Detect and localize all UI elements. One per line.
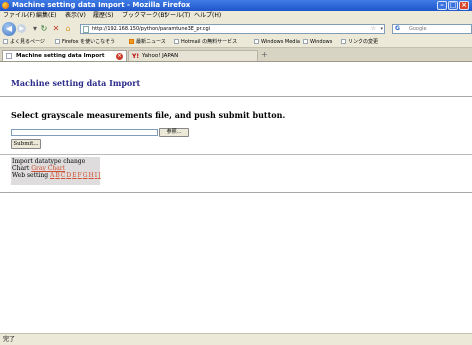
instruction-text: Select grayscale measurements file, and … (11, 110, 286, 120)
bookmark-page-icon (174, 39, 179, 44)
gray-chart-link[interactable]: Gray Chart (31, 165, 65, 172)
reload-icon[interactable]: ↻ (39, 24, 49, 34)
web-setting-link-c[interactable]: C (61, 172, 66, 179)
search-input[interactable] (409, 25, 464, 33)
menu-tools[interactable]: ツール(T) (164, 11, 190, 20)
web-setting-link-d[interactable]: D (66, 172, 71, 179)
import-datatype-label: Import datatype change (12, 158, 86, 165)
web-setting-link-j[interactable]: J (98, 172, 100, 179)
page-content: Machine setting data Import Select grays… (0, 61, 472, 334)
bookmark-page-icon (254, 39, 259, 44)
forward-button[interactable]: ▶ (17, 24, 26, 33)
tab-machine-setting[interactable]: Machine setting data Import × (2, 50, 127, 61)
bookmark-page-icon (55, 39, 60, 44)
divider (0, 154, 472, 155)
menubar: ファイル(F) 編集(E) 表示(V) 履歴(S) ブックマーク(B) ツール(… (0, 11, 472, 20)
status-bar: 完了 (0, 333, 472, 345)
menu-view[interactable]: 表示(V) (65, 11, 86, 20)
menu-bookmarks[interactable]: ブックマーク(B) (122, 11, 167, 20)
close-window-button[interactable]: × (459, 1, 469, 10)
new-tab-icon[interactable]: + (261, 51, 268, 59)
web-setting-link-e[interactable]: E (72, 172, 76, 179)
web-setting-link-f[interactable]: F (78, 172, 82, 179)
bookmarks-toolbar: よく見るページ Firefox を使いこなそう 最新ニュース Hotmail の… (0, 37, 472, 48)
divider (0, 192, 472, 193)
search-box[interactable]: G (392, 24, 472, 34)
tab-strip: Machine setting data Import × Y! Yahoo! … (0, 48, 472, 61)
bookmark-page-icon (303, 39, 308, 44)
web-setting-link-h[interactable]: H (89, 172, 94, 179)
stop-icon[interactable]: ✕ (51, 24, 61, 34)
tab-close-icon[interactable]: × (116, 53, 123, 60)
bookmark-star-icon[interactable]: ☆ (371, 25, 376, 33)
page-icon (6, 53, 12, 59)
web-setting-link-i[interactable]: I (95, 172, 97, 179)
google-icon[interactable]: G (395, 25, 400, 33)
menu-help[interactable]: ヘルプ(H) (194, 11, 221, 20)
web-setting-link-b[interactable]: B (55, 172, 59, 179)
minimize-button[interactable]: – (437, 1, 447, 10)
page-title: Machine setting data Import (11, 78, 141, 88)
page-icon (83, 26, 89, 33)
bookmark-item[interactable]: よく見るページ (3, 38, 45, 46)
url-bar[interactable]: ☆ ▾ (80, 24, 385, 34)
window-title: Machine setting data Import - Mozilla Fi… (12, 1, 191, 9)
settings-panel: Import datatype change Chart Gray Chart … (11, 157, 102, 185)
tab-yahoo[interactable]: Y! Yahoo! JAPAN (128, 50, 258, 61)
maximize-button[interactable]: □ (448, 1, 458, 10)
web-setting-label: Web setting (12, 172, 49, 179)
bookmark-item[interactable]: リンクの変更 (341, 38, 378, 46)
url-dropdown-icon[interactable]: ▾ (380, 25, 383, 33)
browse-button[interactable]: 参照... (159, 128, 189, 137)
bookmark-folder-icon (3, 39, 8, 44)
status-text: 完了 (3, 336, 16, 343)
chart-label: Chart (12, 165, 30, 172)
firefox-icon (2, 2, 9, 9)
rss-icon (129, 39, 134, 44)
bookmark-item[interactable]: Windows (303, 38, 332, 46)
back-button[interactable]: ◀ (2, 22, 16, 36)
web-setting-link-a[interactable]: A (50, 172, 54, 179)
bookmark-item[interactable]: Firefox を使いこなそう (55, 38, 115, 46)
chart-row: Chart Gray Chart (12, 165, 65, 172)
web-setting-row: Web setting ABCDEFGHIJ (12, 172, 102, 179)
menu-edit[interactable]: 編集(E) (36, 11, 56, 20)
bookmark-item[interactable]: 最新ニュース (129, 38, 166, 46)
bookmark-item[interactable]: Hotmail の無料サービス (174, 38, 237, 46)
web-setting-link-g[interactable]: G (83, 172, 88, 179)
submit-button[interactable]: Submit... (11, 139, 41, 149)
menu-history[interactable]: 履歴(S) (93, 11, 114, 20)
bookmark-item[interactable]: Windows Media (254, 38, 300, 46)
url-input[interactable] (92, 25, 362, 33)
divider (0, 96, 472, 97)
home-icon[interactable]: ⌂ (63, 24, 73, 34)
yahoo-icon: Y! (132, 53, 140, 60)
window-titlebar: Machine setting data Import - Mozilla Fi… (0, 0, 472, 11)
file-path-input[interactable] (11, 129, 158, 136)
bookmark-page-icon (341, 39, 346, 44)
menu-file[interactable]: ファイル(F) (3, 11, 35, 20)
